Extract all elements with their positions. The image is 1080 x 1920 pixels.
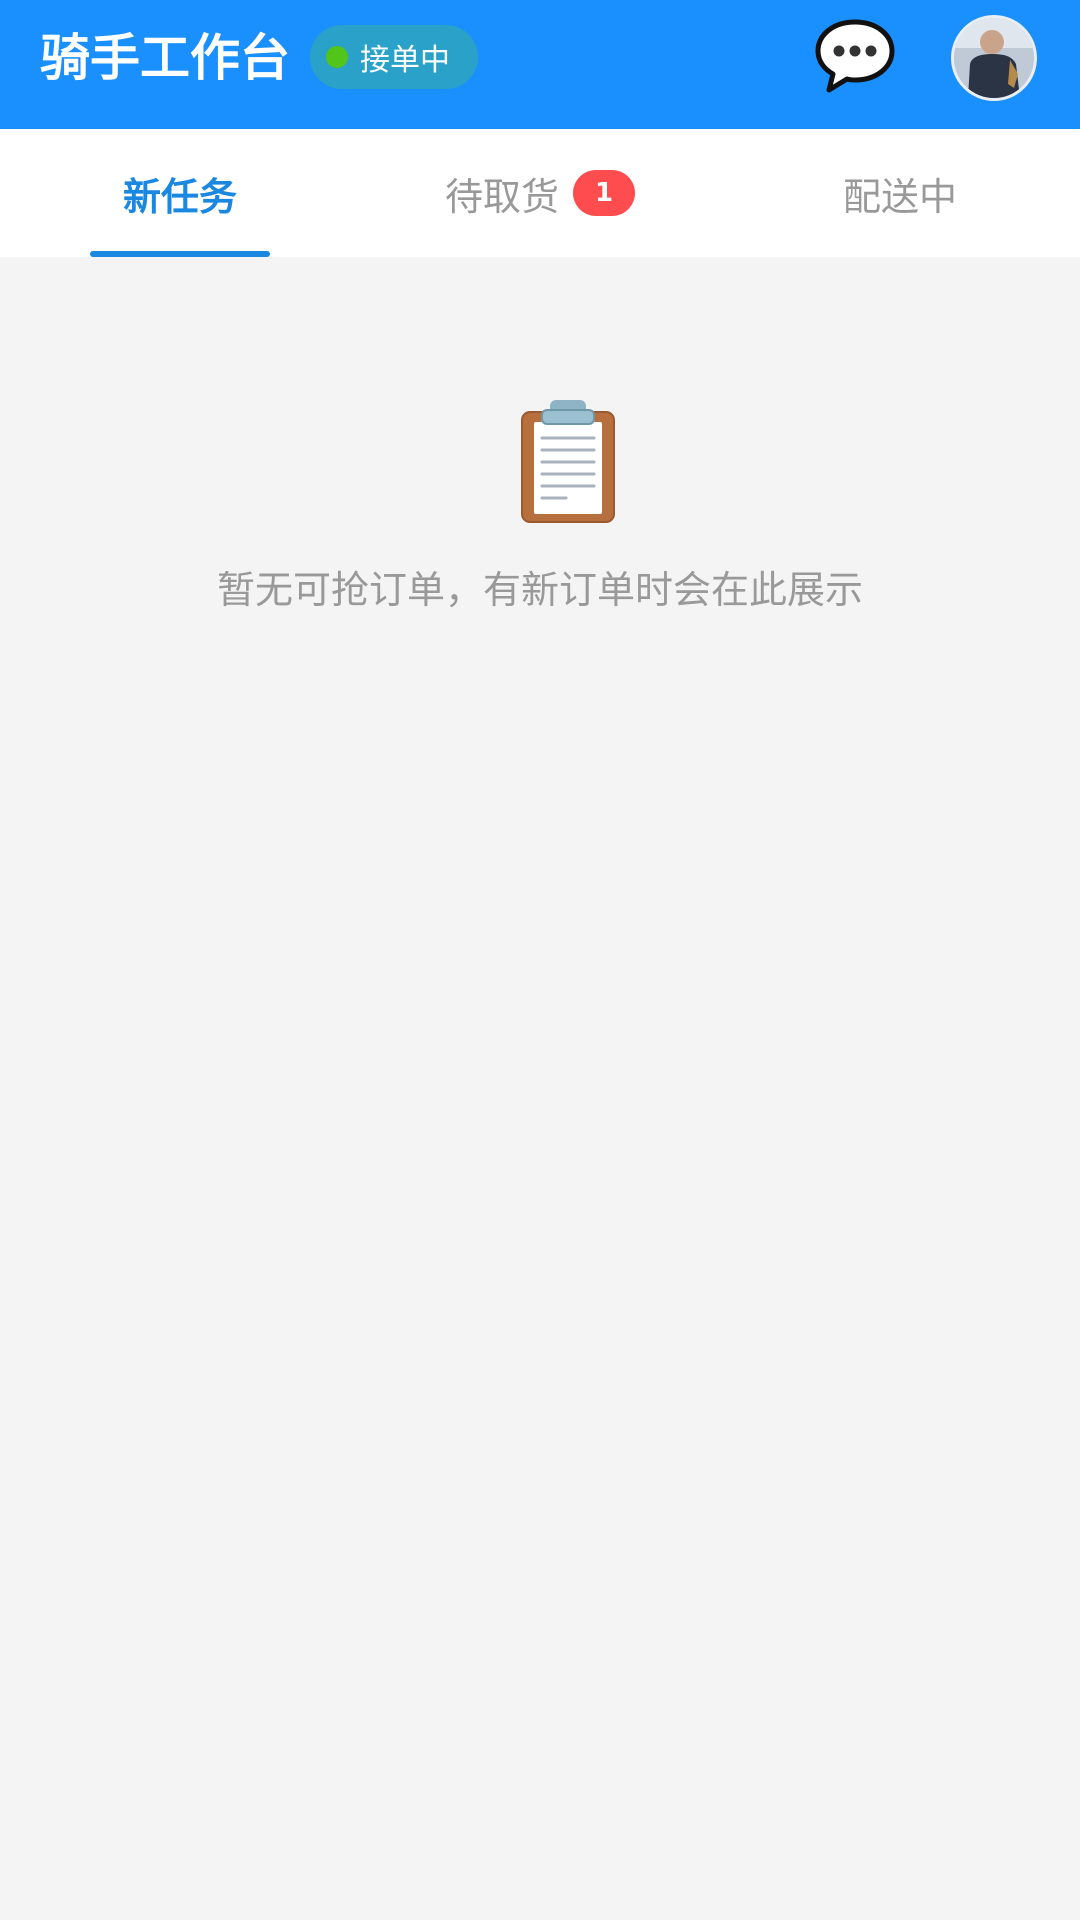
tab-awaiting-pickup[interactable]: 待取货 1 <box>360 129 720 257</box>
tab-awaiting-pickup-label: 待取货 <box>444 174 559 219</box>
online-status-toggle[interactable]: 接单中 <box>310 25 478 89</box>
empty-state-message: 暂无可抢订单，有新订单时会在此展示 <box>216 568 863 612</box>
online-status-dot <box>326 46 348 68</box>
tab-new-tasks-label: 新任务 <box>122 174 237 219</box>
app-title: 骑手工作台 <box>40 29 290 87</box>
chat-bubble-icon[interactable] <box>815 18 895 94</box>
awaiting-pickup-badge: 1 <box>573 170 635 216</box>
tab-delivering-label: 配送中 <box>842 174 957 219</box>
online-status-label: 接单中 <box>360 43 450 78</box>
tab-new-tasks[interactable]: 新任务 <box>0 129 360 257</box>
order-tabs: 新任务 待取货 1 配送中 <box>0 129 1080 257</box>
tab-delivering[interactable]: 配送中 <box>720 129 1080 257</box>
clipboard-icon <box>518 398 618 524</box>
user-avatar[interactable] <box>951 15 1037 101</box>
active-tab-indicator <box>90 251 270 257</box>
app-header: 骑手工作台 接单中 <box>0 0 1080 129</box>
